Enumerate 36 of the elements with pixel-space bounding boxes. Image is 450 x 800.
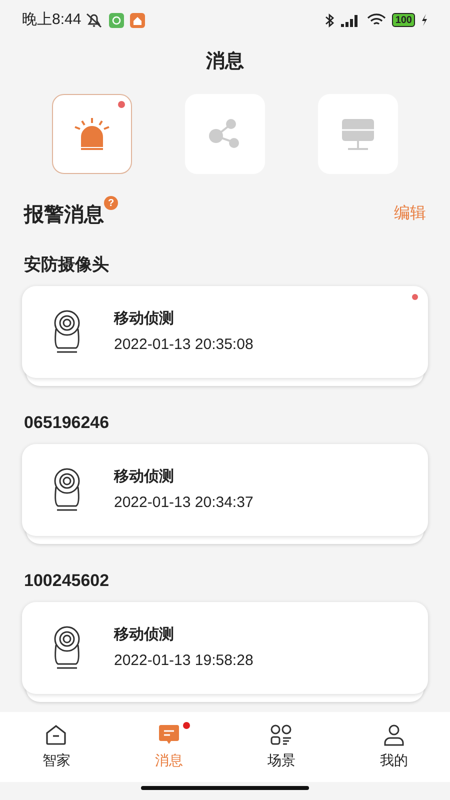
- nav-tab[interactable]: 场景: [225, 712, 338, 782]
- app-icon: [109, 12, 124, 28]
- group-title: 065196246: [23, 412, 110, 434]
- bluetooth-icon: [325, 12, 336, 28]
- alarm-light-icon: [72, 117, 112, 151]
- group-title: 100245602: [23, 570, 110, 592]
- message-icon: [158, 724, 179, 746]
- message-card[interactable]: 移动侦测 2022-01-13 20:34:37: [22, 444, 428, 536]
- mute-icon: [85, 12, 104, 28]
- category-tab[interactable]: [52, 94, 132, 174]
- wifi-icon: [367, 13, 386, 27]
- event-time: 2022-01-13 19:58:28: [114, 651, 254, 671]
- section-title: 报警消息: [24, 203, 104, 228]
- event-title: 移动侦测: [114, 466, 175, 486]
- nav-tab[interactable]: 我的: [338, 712, 450, 782]
- status-time: 晚上8:44: [22, 10, 82, 30]
- home-icon: [45, 724, 68, 746]
- event-time: 2022-01-13 20:34:37: [114, 493, 254, 513]
- monitor-icon: [340, 117, 376, 151]
- event-title: 移动侦测: [114, 624, 175, 644]
- home-indicator[interactable]: [141, 786, 309, 790]
- charging-icon: [421, 14, 428, 26]
- message-card[interactable]: 移动侦测 2022-01-13 19:58:28: [22, 602, 428, 694]
- grid-icon: [270, 724, 292, 746]
- camera-icon: [52, 310, 82, 354]
- camera-icon: [52, 468, 82, 512]
- page-title: 消息: [206, 50, 244, 74]
- camera-icon: [52, 626, 82, 670]
- event-time: 2022-01-13 20:35:08: [114, 335, 254, 355]
- person-icon: [382, 724, 405, 746]
- battery-level: 100: [392, 13, 415, 27]
- home-app-icon: [130, 12, 146, 28]
- event-title: 移动侦测: [114, 308, 175, 328]
- nav-tab[interactable]: 智家: [0, 712, 112, 782]
- group-title: 安防摄像头: [23, 254, 110, 276]
- message-card[interactable]: 移动侦测 2022-01-13 20:35:08: [22, 286, 428, 378]
